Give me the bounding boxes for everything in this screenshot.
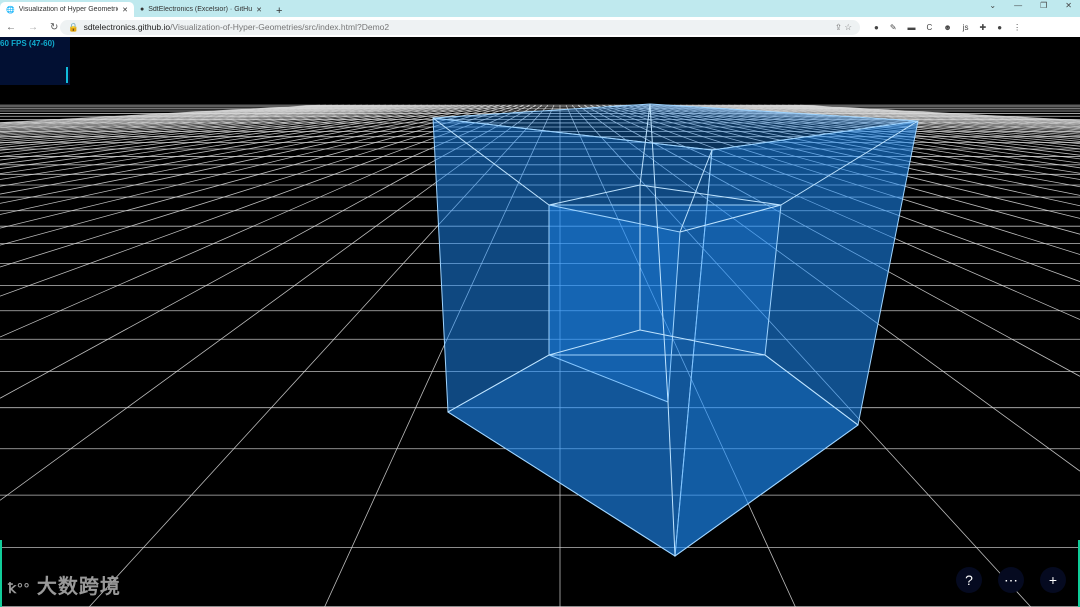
globe-icon: 🌐 bbox=[6, 6, 15, 14]
restore-button[interactable]: ❐ bbox=[1040, 1, 1047, 10]
extension-icon[interactable]: js bbox=[963, 23, 969, 32]
extension-icon[interactable]: ● bbox=[874, 23, 879, 32]
reload-button[interactable]: ↻ bbox=[50, 22, 58, 33]
close-icon[interactable]: ✕ bbox=[256, 6, 262, 14]
menu-icon[interactable]: ⋮ bbox=[1013, 23, 1021, 32]
extension-icon[interactable]: ▬ bbox=[908, 23, 916, 32]
frame-corner bbox=[0, 540, 2, 607]
puzzle-icon[interactable]: ✚ bbox=[980, 23, 987, 32]
lock-icon: 🔒 bbox=[68, 21, 79, 32]
extension-icon[interactable]: ✎ bbox=[890, 23, 897, 32]
add-button[interactable]: + bbox=[1040, 567, 1066, 593]
fps-meter: 60 FPS (47-60) bbox=[0, 37, 70, 85]
watermark-text: 大数跨境 bbox=[36, 576, 121, 598]
address-bar: ← → ↻ 🔒 sdtelectronics.github.io/Visualizat… bbox=[0, 17, 1080, 37]
more-button[interactable]: ⋯ bbox=[998, 567, 1024, 593]
help-button[interactable]: ? bbox=[956, 567, 982, 593]
forward-button[interactable]: → bbox=[28, 22, 38, 33]
extension-icon[interactable]: ☻ bbox=[943, 23, 951, 32]
url-path: /Visualization-of-Hyper-Geometries/src/i… bbox=[170, 22, 390, 32]
url-domain: sdtelectronics.github.io bbox=[83, 22, 171, 32]
close-icon[interactable]: ✕ bbox=[122, 6, 128, 14]
tab-bar: 🌐 Visualization of Hyper Geometries ✕ ● Sdt… bbox=[0, 0, 1080, 17]
3d-canvas[interactable] bbox=[0, 37, 1080, 607]
fps-text: 60 FPS (47-60) bbox=[0, 39, 55, 48]
minimize-button[interactable]: — bbox=[1014, 1, 1022, 10]
url-input[interactable]: 🔒 sdtelectronics.github.io/Visualization-… bbox=[60, 19, 860, 35]
close-window-button[interactable]: ✕ bbox=[1065, 1, 1072, 10]
profile-avatar[interactable]: ● bbox=[997, 23, 1002, 32]
tab-title: Visualization of Hyper Geometries bbox=[18, 6, 119, 13]
share-icon[interactable]: ⇪ ☆ bbox=[835, 22, 852, 33]
watermark: ꝁ°° 大数跨境 bbox=[8, 570, 121, 599]
tab-search-icon[interactable]: ⌄ bbox=[989, 1, 996, 10]
grid-line bbox=[0, 104, 507, 229]
extension-icon[interactable]: C bbox=[927, 23, 933, 32]
github-icon: ● bbox=[140, 6, 145, 13]
back-button[interactable]: ← bbox=[6, 22, 16, 33]
tab-visualization[interactable]: 🌐 Visualization of Hyper Geometries ✕ bbox=[0, 2, 134, 17]
fps-bar bbox=[66, 67, 68, 83]
new-tab-button[interactable]: + bbox=[268, 5, 290, 17]
cube-floor-face bbox=[447, 354, 859, 557]
watermark-logo: ꝁ°° bbox=[8, 580, 31, 596]
tab-github[interactable]: ● SdtElectronics (Excelsior) · GitHub ✕ bbox=[134, 2, 268, 17]
tab-title: SdtElectronics (Excelsior) · GitHub bbox=[148, 6, 253, 13]
extensions: ● ✎ ▬ C ☻ js ✚ ● ⋮ bbox=[874, 23, 1021, 32]
